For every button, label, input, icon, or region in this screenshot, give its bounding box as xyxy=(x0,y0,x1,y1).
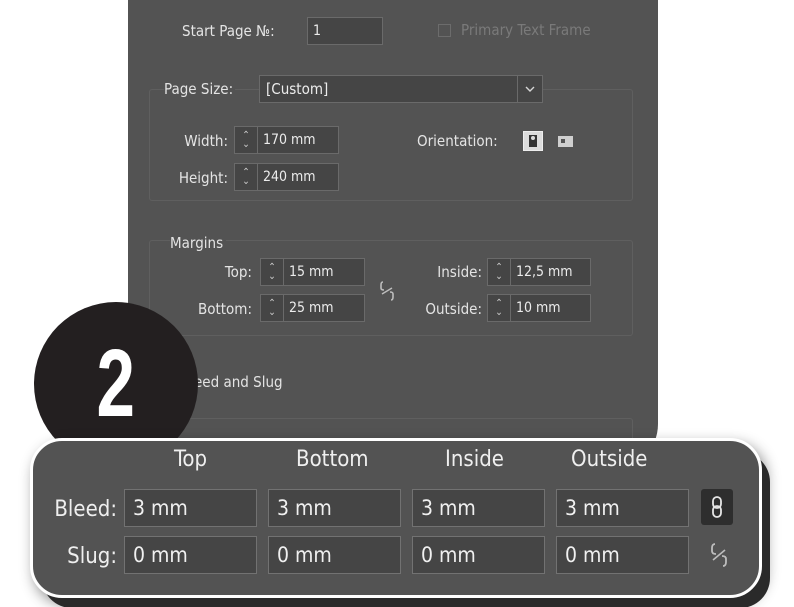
margin-bottom-stepper[interactable]: ⌃ ⌄ 25 mm xyxy=(260,294,365,322)
stepper-arrows-icon[interactable]: ⌃ ⌄ xyxy=(488,295,511,321)
bleed-label: Bleed: xyxy=(54,497,117,522)
primary-text-frame-label: Primary Text Frame xyxy=(461,21,591,39)
margin-outside-value[interactable]: 10 mm xyxy=(511,295,590,321)
chevron-down-icon xyxy=(517,76,542,102)
stepper-arrows-icon[interactable]: ⌃ ⌄ xyxy=(261,259,284,285)
margin-inside-label: Inside: xyxy=(437,263,482,281)
portrait-orientation-icon[interactable] xyxy=(523,131,543,151)
unlinked-chain-icon[interactable] xyxy=(705,539,733,571)
width-stepper[interactable]: ⌃ ⌄ 170 mm xyxy=(234,126,339,154)
margin-bottom-label: Bottom: xyxy=(197,300,252,318)
bleed-top-field[interactable]: 3 mm xyxy=(124,489,257,527)
stepper-arrows-icon[interactable]: ⌃ ⌄ xyxy=(488,259,511,285)
column-header-bottom: Bottom xyxy=(296,447,369,472)
margin-outside-stepper[interactable]: ⌃ ⌄ 10 mm xyxy=(487,294,591,322)
margins-title: Margins xyxy=(170,234,227,252)
margin-top-stepper[interactable]: ⌃ ⌄ 15 mm xyxy=(260,258,365,286)
margin-outside-label: Outside: xyxy=(425,300,482,318)
width-label: Width: xyxy=(184,132,228,150)
margin-top-label: Top: xyxy=(224,263,252,281)
stepper-arrows-icon[interactable]: ⌃ ⌄ xyxy=(261,295,284,321)
unlinked-chain-icon[interactable] xyxy=(379,280,395,306)
linked-chain-icon[interactable] xyxy=(701,489,733,525)
slug-outside-field[interactable]: 0 mm xyxy=(556,536,689,574)
stepper-arrows-icon[interactable]: ⌃ ⌄ xyxy=(235,127,258,153)
bleed-outside-field[interactable]: 3 mm xyxy=(556,489,689,527)
slug-inside-field[interactable]: 0 mm xyxy=(412,536,545,574)
slug-label: Slug: xyxy=(67,544,117,569)
slug-bottom-field[interactable]: 0 mm xyxy=(268,536,401,574)
margin-inside-stepper[interactable]: ⌃ ⌄ 12,5 mm xyxy=(487,258,591,286)
start-page-label: Start Page №: xyxy=(182,22,275,40)
document-setup-panel: Start Page №: 1 Primary Text Frame Page … xyxy=(128,0,658,478)
column-header-top: Top xyxy=(174,447,208,472)
bleed-bottom-field[interactable]: 3 mm xyxy=(268,489,401,527)
slug-top-field[interactable]: 0 mm xyxy=(124,536,257,574)
margin-top-value[interactable]: 15 mm xyxy=(284,259,364,285)
margin-inside-value[interactable]: 12,5 mm xyxy=(511,259,590,285)
start-page-input[interactable]: 1 xyxy=(307,17,383,45)
stepper-arrows-icon[interactable]: ⌃ ⌄ xyxy=(235,164,258,190)
page-size-value: [Custom] xyxy=(266,80,329,98)
width-value[interactable]: 170 mm xyxy=(258,127,338,153)
primary-text-frame-checkbox[interactable] xyxy=(438,24,451,37)
page-size-label: Page Size: xyxy=(164,80,236,98)
orientation-label: Orientation: xyxy=(417,132,498,150)
margin-bottom-value[interactable]: 25 mm xyxy=(284,295,364,321)
height-value[interactable]: 240 mm xyxy=(258,164,338,190)
column-header-outside: Outside xyxy=(571,447,648,472)
height-label: Height: xyxy=(178,169,228,187)
height-stepper[interactable]: ⌃ ⌄ 240 mm xyxy=(234,163,339,191)
bleed-slug-zoom-panel: Top Bottom Inside Outside Bleed: 3 mm 3 … xyxy=(30,438,762,598)
bleed-slug-section-title[interactable]: eed and Slug xyxy=(194,373,283,391)
column-header-inside: Inside xyxy=(445,447,504,472)
page-size-select[interactable]: [Custom] xyxy=(259,75,543,103)
bleed-inside-field[interactable]: 3 mm xyxy=(412,489,545,527)
landscape-orientation-icon[interactable] xyxy=(556,131,576,151)
